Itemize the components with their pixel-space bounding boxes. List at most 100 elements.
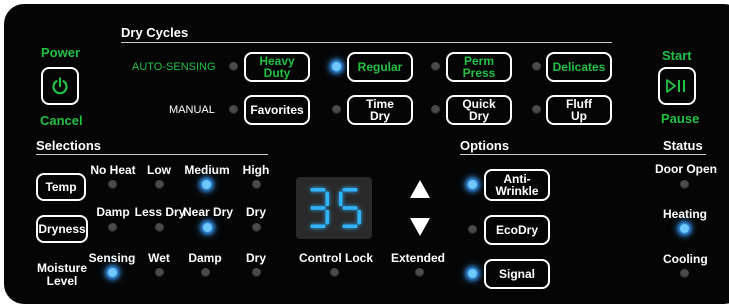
favorites-button[interactable]: Favorites: [244, 95, 310, 125]
perm-press-led: [431, 62, 440, 71]
temp-no-heat-led: [108, 180, 117, 189]
temp-low-led: [155, 180, 164, 189]
time-dry-button[interactable]: Time Dry: [347, 95, 413, 125]
digit-0-segment-d: [310, 224, 326, 228]
signal-button[interactable]: Signal: [484, 259, 550, 289]
digit-1-segment-g: [342, 206, 358, 210]
digit-0-segment-b: [325, 191, 329, 207]
temp-high-led: [252, 180, 261, 189]
control-panel: Dry Cycles Power Cancel Start Pause AUTO…: [4, 4, 729, 304]
power-button[interactable]: [41, 67, 79, 105]
dryness-near-dry-label: Near Dry: [182, 205, 234, 219]
temp-no-heat-label: No Heat: [90, 163, 136, 177]
up-arrow-button[interactable]: [408, 178, 432, 200]
digit-1-segment-f: [339, 191, 343, 207]
control-lock-label: Control Lock: [299, 251, 373, 265]
moisture-label-2: Level: [46, 273, 78, 288]
quick-dry-led: [431, 105, 440, 114]
moisture-sensing-label: Sensing: [88, 251, 136, 265]
quick-dry-label-2: Dry: [468, 109, 489, 123]
down-arrow-button[interactable]: [408, 216, 432, 238]
status-cooling-label: Cooling: [663, 252, 708, 266]
heavy-duty-button[interactable]: Heavy Duty: [244, 52, 310, 82]
moisture-wet-led: [155, 268, 164, 277]
status-door-open-led: [680, 180, 689, 189]
favorites-label: Favorites: [250, 103, 304, 117]
dryness-damp-label: Damp: [96, 205, 130, 219]
auto-sensing-label: AUTO-SENSING: [132, 61, 216, 73]
start-pause-button[interactable]: [658, 67, 696, 105]
status-door-open-label: Door Open: [655, 162, 717, 176]
temp-medium-label: Medium: [184, 163, 230, 177]
moisture-damp-label: Damp: [188, 251, 222, 265]
signal-label: Signal: [498, 267, 535, 281]
moisture-sensing-led: [108, 268, 117, 277]
heavy-duty-label-2: Duty: [263, 66, 291, 80]
digit-0-segment-c: [325, 209, 329, 225]
extended-led[interactable]: [415, 268, 424, 277]
time-display: [296, 177, 372, 239]
anti-wrinkle-label-2: Wrinkle: [495, 184, 539, 198]
dryness-near-dry-led: [203, 223, 212, 232]
selections-divider: [36, 154, 268, 155]
seven-segment-digits: [310, 188, 361, 228]
perm-press-button[interactable]: Perm Press: [446, 52, 512, 82]
heavy-duty-led: [229, 62, 238, 71]
status-heating-label: Heating: [663, 207, 708, 221]
dryness-button[interactable]: Dryness: [36, 215, 88, 243]
digit-1-segment-c: [357, 209, 361, 225]
digit-0-segment-a: [310, 188, 326, 192]
selections-title: Selections: [36, 138, 102, 153]
time-dry-led: [332, 105, 341, 114]
perm-press-label-2: Press: [462, 66, 496, 80]
moisture-dry-led: [252, 268, 261, 277]
regular-button[interactable]: Regular: [347, 52, 413, 82]
moisture-level-label: Moisture Level: [32, 262, 92, 287]
regular-label: Regular: [357, 60, 403, 74]
anti-wrinkle-led: [468, 180, 477, 189]
control-lock-led[interactable]: [330, 268, 339, 277]
fluff-up-button[interactable]: Fluff Up: [546, 95, 612, 125]
delicates-button[interactable]: Delicates: [546, 52, 612, 82]
digit-1-segment-d: [342, 224, 358, 228]
status-heating-led: [680, 224, 689, 233]
time-dry-label-2: Dry: [369, 109, 390, 123]
dryness-dry-label: Dry: [245, 205, 266, 219]
quick-dry-button[interactable]: Quick Dry: [446, 95, 512, 125]
power-label: Power: [41, 45, 81, 60]
regular-led: [332, 62, 341, 71]
temp-button-label: Temp: [45, 180, 77, 194]
signal-led: [468, 269, 477, 278]
dryness-less-dry-led: [155, 223, 164, 232]
moisture-damp-led: [201, 268, 210, 277]
fluff-up-led: [532, 105, 541, 114]
cancel-label: Cancel: [40, 113, 83, 128]
status-cooling-led: [680, 269, 689, 278]
down-arrow-icon: [410, 218, 430, 236]
up-arrow-icon: [410, 180, 430, 198]
moisture-dry-label: Dry: [245, 251, 266, 265]
play-pause-icon: [666, 79, 685, 93]
temp-high-label: High: [242, 163, 270, 177]
moisture-wet-label: Wet: [148, 251, 170, 265]
dryness-dry-led: [252, 223, 261, 232]
status-title: Status: [663, 138, 703, 153]
digit-0-segment-g: [310, 206, 326, 210]
extended-label: Extended: [390, 251, 445, 265]
ecodry-button[interactable]: EcoDry: [484, 215, 550, 245]
delicates-label: Delicates: [552, 60, 606, 74]
anti-wrinkle-button[interactable]: Anti- Wrinkle: [484, 169, 550, 201]
dryness-damp-led: [108, 223, 117, 232]
delicates-led: [532, 62, 541, 71]
pause-label: Pause: [661, 111, 700, 126]
dryness-button-label: Dryness: [38, 222, 86, 236]
manual-label: MANUAL: [169, 104, 215, 116]
temp-medium-led: [202, 180, 211, 189]
dry-cycles-divider: [121, 42, 612, 43]
options-title: Options: [460, 138, 510, 153]
temp-low-label: Low: [147, 163, 171, 177]
ecodry-label: EcoDry: [495, 223, 539, 237]
temp-button[interactable]: Temp: [36, 173, 86, 201]
power-icon: [52, 77, 68, 95]
options-divider: [460, 154, 706, 155]
